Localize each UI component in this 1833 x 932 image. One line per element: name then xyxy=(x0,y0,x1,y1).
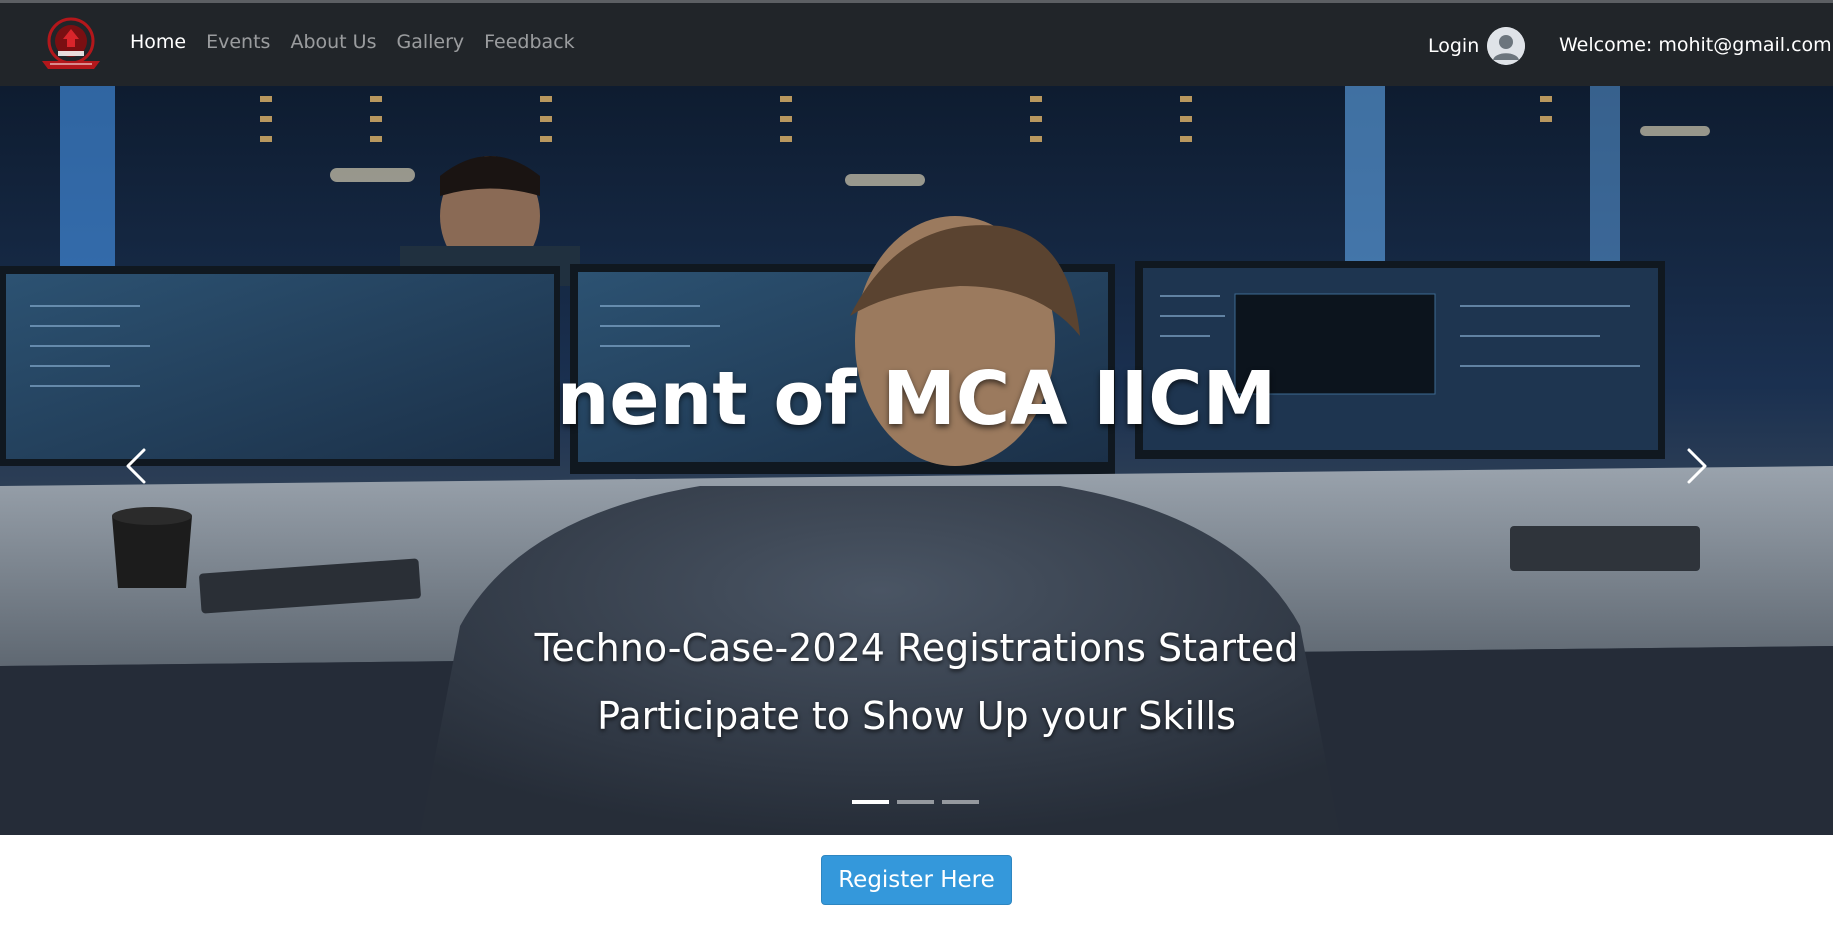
chevron-left-icon xyxy=(126,448,146,484)
carousel-next-button[interactable] xyxy=(1665,436,1725,496)
carousel-indicator-1[interactable] xyxy=(852,800,889,804)
hero-title: nent of MCA IICM xyxy=(556,356,1277,442)
top-navbar: Home Events About Us Gallery Feedback Lo… xyxy=(0,3,1833,86)
carousel-indicator-3[interactable] xyxy=(942,800,979,804)
nav-link-home[interactable]: Home xyxy=(130,31,186,53)
login-button[interactable]: Login xyxy=(1428,27,1526,65)
hero-caption-heading: Techno-Case-2024 Registrations Started xyxy=(534,626,1299,670)
nav-link-gallery[interactable]: Gallery xyxy=(396,31,464,53)
college-emblem-logo[interactable] xyxy=(36,15,106,75)
main-nav: Home Events About Us Gallery Feedback xyxy=(130,31,595,53)
nav-link-feedback[interactable]: Feedback xyxy=(484,31,574,53)
carousel-indicators xyxy=(852,800,979,804)
nav-link-events[interactable]: Events xyxy=(206,31,270,53)
hero-carousel: nent of MCA IICM Techno-Case-2024 Regist… xyxy=(0,86,1833,835)
register-here-button[interactable]: Register Here xyxy=(821,855,1012,905)
hero-caption-subheading: Participate to Show Up your Skills xyxy=(597,694,1236,738)
carousel-prev-button[interactable] xyxy=(108,436,168,496)
carousel-indicator-2[interactable] xyxy=(897,800,934,804)
welcome-user-text: Welcome: mohit@gmail.com xyxy=(1559,34,1832,56)
login-label: Login xyxy=(1428,35,1480,57)
user-avatar-icon[interactable] xyxy=(1487,27,1526,65)
nav-link-about-us[interactable]: About Us xyxy=(290,31,376,53)
chevron-right-icon xyxy=(1687,448,1707,484)
